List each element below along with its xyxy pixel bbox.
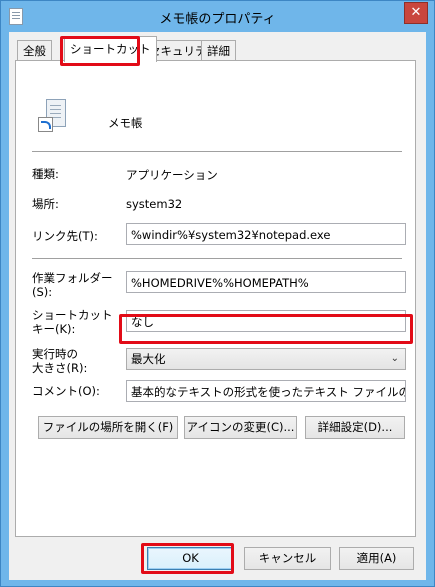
apply-button[interactable]: 適用(A) [339, 547, 414, 570]
run-size-label: 実行時の 大きさ(R): [32, 347, 87, 375]
separator [32, 151, 402, 152]
tab-details[interactable]: 詳細 [201, 40, 236, 62]
target-label: リンク先(T): [32, 229, 98, 243]
comment-field[interactable]: 基本的なテキストの形式を使ったテキスト ファイルの表示と編集を行います。 [126, 380, 406, 402]
type-value: アプリケーション [126, 168, 218, 182]
location-value: system32 [126, 197, 183, 211]
open-file-location-button[interactable]: ファイルの場所を開く(F) [38, 416, 178, 439]
run-size-select[interactable]: 最大化 ⌄ [126, 348, 406, 370]
tab-general[interactable]: 全般 [17, 40, 52, 62]
window-title: メモ帳のプロパティ [159, 12, 276, 27]
workdir-field[interactable]: %HOMEDRIVE%%HOMEPATH% [126, 271, 406, 293]
shortcut-key-label-line1: ショートカット [32, 308, 113, 322]
tab-highlight-box [60, 36, 140, 66]
workdir-label: 作業フォルダー (S): [32, 271, 113, 299]
run-size-highlight-box [119, 314, 413, 344]
run-size-value: 最大化 [131, 352, 166, 366]
run-size-label-line2: 大きさ(R): [32, 361, 88, 375]
comment-label: コメント(O): [32, 384, 100, 398]
shortcut-arrow-icon [38, 117, 53, 132]
cancel-button[interactable]: キャンセル [244, 547, 331, 570]
shortcut-key-label-line2: キー(K): [32, 322, 76, 336]
chevron-down-icon: ⌄ [390, 353, 399, 364]
workdir-label-line2: (S): [32, 285, 53, 299]
location-label: 場所: [32, 197, 59, 211]
type-label: 種類: [32, 167, 59, 181]
notepad-shortcut-icon [38, 99, 66, 132]
title-bar[interactable]: メモ帳のプロパティ ✕ [1, 1, 434, 31]
close-button[interactable]: ✕ [404, 2, 428, 24]
shortcut-name: メモ帳 [108, 116, 143, 130]
shortcut-key-label: ショートカット キー(K): [32, 308, 113, 336]
separator [32, 258, 402, 259]
change-icon-button[interactable]: アイコンの変更(C)... [184, 416, 297, 439]
workdir-label-line1: 作業フォルダー [32, 271, 113, 285]
dialog-body: 全般 ショートカット セキュリティ 詳細 メモ帳 種類: アプリケーション 場所… [9, 32, 426, 580]
run-size-label-line1: 実行時の [32, 347, 78, 361]
ok-highlight-box [141, 543, 234, 574]
properties-window: メモ帳のプロパティ ✕ 全般 ショートカット セキュリティ 詳細 メモ帳 種類:… [0, 0, 435, 587]
advanced-button[interactable]: 詳細設定(D)... [305, 416, 405, 439]
shortcut-tab-panel: メモ帳 種類: アプリケーション 場所: system32 リンク先(T): %… [15, 60, 416, 537]
target-field[interactable]: %windir%¥system32¥notepad.exe [126, 223, 406, 245]
